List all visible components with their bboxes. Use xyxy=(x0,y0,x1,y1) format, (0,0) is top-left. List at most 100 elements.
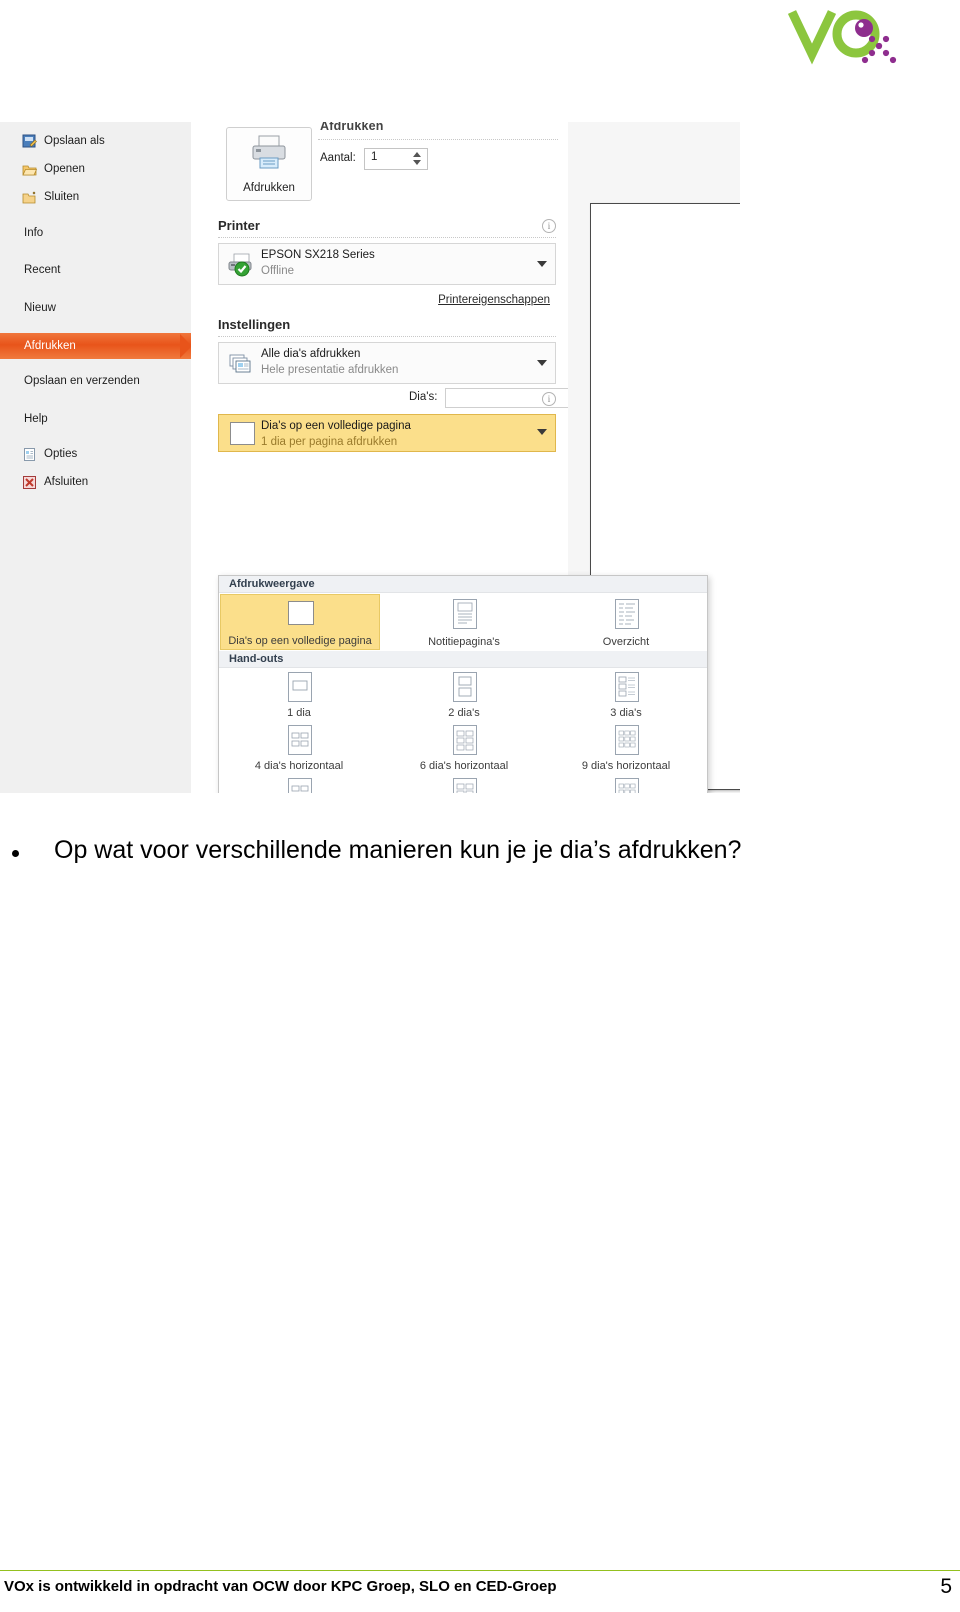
stepper-up-icon[interactable] xyxy=(413,152,421,157)
footer-divider xyxy=(0,1570,960,1571)
sidebar-label: Help xyxy=(24,413,48,425)
backstage-nav: Opslaan als Openen Sluiten Info Recent N… xyxy=(0,122,192,793)
page-footer: VOx is ontwikkeld in opdracht van OCW do… xyxy=(0,1575,960,1604)
gallery-item-6-slides-horizontal[interactable]: 6 dia's horizontaal xyxy=(385,722,543,774)
chevron-down-icon[interactable] xyxy=(537,360,547,366)
bullet-icon xyxy=(12,850,19,857)
print-range-secondary: Hele presentatie afdrukken xyxy=(261,364,399,376)
layout-select[interactable]: Dia's op een volledige pagina 1 dia per … xyxy=(218,414,556,452)
printer-select[interactable]: EPSON SX218 Series Offline xyxy=(218,243,556,285)
notes-page-thumb-icon xyxy=(453,599,477,629)
sidebar-item-opties[interactable]: Opties xyxy=(0,443,191,466)
printer-icon xyxy=(249,134,289,170)
vox-logo xyxy=(786,6,906,68)
sidebar-label: Recent xyxy=(24,264,61,276)
handout-4h-thumb-icon xyxy=(288,725,312,755)
slides-label: Dia's: xyxy=(409,391,438,403)
sidebar-label: Opslaan als xyxy=(44,135,105,147)
gallery-item-full-page-slide[interactable]: Dia's op een volledige pagina xyxy=(220,594,380,650)
sidebar-label: Opties xyxy=(44,448,78,460)
page-number: 5 xyxy=(940,1575,952,1598)
gallery-item-9-slides-horizontal[interactable]: 9 dia's horizontaal xyxy=(547,722,705,774)
sidebar-item-help[interactable]: Help xyxy=(0,408,191,431)
sidebar-item-afdrukken[interactable]: Afdrukken xyxy=(0,333,191,359)
gallery-item-label: 9 dia's horizontaal xyxy=(581,760,671,772)
stepper-down-icon[interactable] xyxy=(413,160,421,165)
layout-secondary: 1 dia per pagina afdrukken xyxy=(261,436,398,448)
handout-9v-thumb-icon xyxy=(615,778,639,793)
gallery-item-4-slides-vertical[interactable]: 4 dia's verticaal xyxy=(220,775,378,793)
sidebar-item-opslaan-als[interactable]: Opslaan als xyxy=(0,130,191,153)
full-page-slide-icon xyxy=(230,422,255,445)
handout-2-thumb-icon xyxy=(453,672,477,702)
print-section-heading: Afdrukken xyxy=(320,122,384,133)
gallery-item-label: Overzicht xyxy=(602,636,650,648)
gallery-item-2-slides[interactable]: 2 dia's xyxy=(385,669,543,721)
print-button[interactable]: Afdrukken xyxy=(226,127,312,201)
handout-6v-thumb-icon xyxy=(453,778,477,793)
save-as-icon xyxy=(22,134,37,149)
divider xyxy=(318,139,558,140)
gallery-item-1-slide[interactable]: 1 dia xyxy=(220,669,378,721)
printer-name: EPSON SX218 Series xyxy=(261,249,375,261)
layout-gallery-dropdown[interactable]: Afdrukweergave Dia's op een volledige pa… xyxy=(218,575,708,793)
info-icon-slides[interactable]: i xyxy=(542,392,556,406)
footer-text: VOx is ontwikkeld in opdracht van OCW do… xyxy=(4,1578,557,1595)
handout-4v-thumb-icon xyxy=(288,778,312,793)
gallery-item-label: 6 dia's horizontaal xyxy=(419,760,509,772)
powerpoint-print-backstage-screenshot: Opslaan als Openen Sluiten Info Recent N… xyxy=(0,122,740,793)
gallery-item-label: 1 dia xyxy=(287,707,311,719)
info-icon-printer[interactable]: i xyxy=(542,219,556,233)
close-folder-icon xyxy=(22,190,37,205)
open-folder-icon xyxy=(22,162,38,177)
sidebar-label: Nieuw xyxy=(24,302,56,314)
gallery-group-handouts: Hand-outs xyxy=(219,651,707,668)
sidebar-label: Info xyxy=(24,227,44,239)
sidebar-item-afsluiten[interactable]: Afsluiten xyxy=(0,471,191,494)
sidebar-label: Afdrukken xyxy=(24,340,76,352)
handout-6h-thumb-icon xyxy=(453,725,477,755)
question-line: Op wat voor verschillende manieren kun j… xyxy=(0,836,960,872)
full-page-slide-thumb-icon xyxy=(288,601,314,625)
gallery-item-label: Dia's op een volledige pagina xyxy=(228,635,372,647)
sidebar-item-info[interactable]: Info xyxy=(0,222,191,245)
handout-3-thumb-icon xyxy=(615,672,639,702)
gallery-item-label: 3 dia's xyxy=(610,707,642,719)
sidebar-label: Sluiten xyxy=(44,191,80,203)
gallery-item-6-slides-vertical[interactable]: 6 dia's verticaal xyxy=(385,775,543,793)
options-doc-icon xyxy=(22,447,37,462)
printer-status: Offline xyxy=(261,265,295,277)
sidebar-item-recent[interactable]: Recent xyxy=(0,259,191,282)
divider xyxy=(218,237,556,238)
question-text: Op wat voor verschillende manieren kun j… xyxy=(54,836,742,864)
gallery-item-4-slides-horizontal[interactable]: 4 dia's horizontaal xyxy=(220,722,378,774)
print-range-select[interactable]: Alle dia's afdrukken Hele presentatie af… xyxy=(218,342,556,384)
printer-status-icon xyxy=(227,251,255,277)
gallery-item-label: Notitiepagina's xyxy=(428,636,500,648)
chevron-down-icon[interactable] xyxy=(537,429,547,435)
sidebar-label: Opslaan en verzenden xyxy=(24,375,140,387)
gallery-item-3-slides[interactable]: 3 dia's xyxy=(547,669,705,721)
exit-red-x-icon xyxy=(22,475,37,490)
print-button-label: Afdrukken xyxy=(243,182,295,194)
sidebar-item-opslaan-en-verzenden[interactable]: Opslaan en verzenden xyxy=(0,370,191,393)
layout-primary: Dia's op een volledige pagina xyxy=(261,420,411,432)
sidebar-item-sluiten[interactable]: Sluiten xyxy=(0,186,191,209)
copies-value: 1 xyxy=(371,151,378,163)
sidebar-label: Afsluiten xyxy=(44,476,89,488)
printer-properties-link[interactable]: Printereigenschappen xyxy=(438,294,550,306)
gallery-item-label: 4 dia's horizontaal xyxy=(254,760,344,772)
outline-thumb-icon xyxy=(615,599,639,629)
gallery-item-label: 2 dia's xyxy=(448,707,480,719)
print-range-primary: Alle dia's afdrukken xyxy=(261,348,361,360)
copies-stepper[interactable]: 1 xyxy=(364,148,428,170)
sidebar-item-nieuw[interactable]: Nieuw xyxy=(0,297,191,320)
sidebar-item-openen[interactable]: Openen xyxy=(0,158,191,181)
chevron-down-icon[interactable] xyxy=(537,261,547,267)
all-slides-icon xyxy=(229,352,253,376)
gallery-item-outline[interactable]: Overzicht xyxy=(547,594,705,650)
settings-section-heading: Instellingen xyxy=(218,317,291,332)
gallery-item-notes-pages[interactable]: Notitiepagina's xyxy=(385,594,543,650)
gallery-item-9-slides-vertical[interactable]: 9 dia's verticaal xyxy=(547,775,705,793)
printer-section-heading: Printer xyxy=(218,218,260,233)
